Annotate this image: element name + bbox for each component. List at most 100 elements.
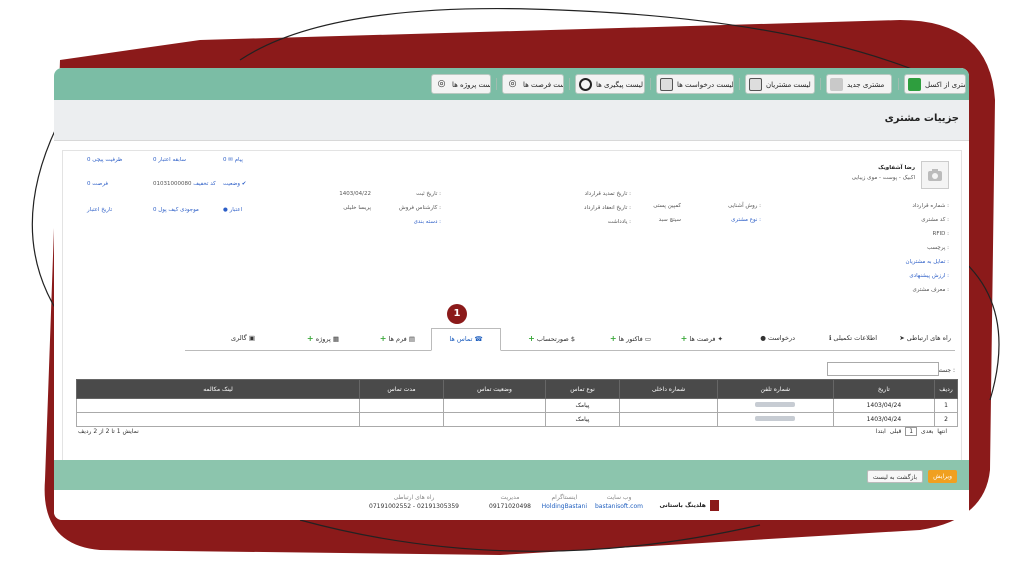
stat-message[interactable]: پیام ✉ 0: [223, 157, 243, 163]
col-row[interactable]: ردیف: [934, 379, 958, 399]
stat-credit-history[interactable]: سابقه اعتبار 0: [153, 157, 186, 163]
add-user-icon: [830, 78, 843, 91]
tab-invoices[interactable]: + فاکتور ها ▭: [610, 328, 651, 349]
table-summary: نمایش 1 تا 2 از 2 ردیف: [78, 428, 139, 435]
stat-credit[interactable]: ● اعتبار: [223, 207, 242, 213]
tab-projects[interactable]: + پروژه ▦: [307, 328, 339, 349]
tab-forms[interactable]: + فرم ها ▤: [380, 328, 415, 349]
search-input[interactable]: [827, 362, 939, 376]
stat-status[interactable]: وضعیت ✔: [223, 181, 246, 187]
action-bar: ویرایش بازگشت به لیست: [54, 460, 969, 490]
add-icon[interactable]: +: [681, 334, 688, 343]
opportunity-list-button[interactable]: ◎لیست فرصت ها: [502, 74, 564, 94]
add-icon[interactable]: +: [380, 334, 387, 343]
pager-first[interactable]: ابتدا: [876, 428, 886, 435]
camera-icon: [928, 169, 942, 181]
col-call-type[interactable]: نوع تماس: [544, 379, 621, 399]
tab-calls[interactable]: تماس ها ☎: [431, 328, 501, 351]
value-customer-type: سیتچ سبد: [658, 217, 681, 223]
tab-extra-info[interactable]: ℹ اطلاعات تکمیلی: [829, 328, 877, 349]
tab-gallery[interactable]: گالری ▣: [231, 328, 255, 349]
tab-contact-ways[interactable]: ➤ راه های ارتباطی: [899, 328, 951, 349]
label-customer-code: کد مشتری :: [921, 217, 949, 223]
table-header-row: لینک مکالمه مدت تماس وضعیت تماس نوع تماس…: [76, 379, 958, 399]
app-window: ثبت مشتری از اکسل مشتری جدید لیست مشتریا…: [54, 68, 969, 520]
col-extension[interactable]: شماره داخلی: [619, 379, 718, 399]
page-title: جزییات مشتری: [884, 113, 959, 124]
project-list-button[interactable]: ◎لیست پروژه ها: [431, 74, 491, 94]
label-rfid: RFID :: [932, 231, 949, 237]
table-row[interactable]: پیامک 1403/04/24 2: [76, 412, 958, 427]
footer-instagram[interactable]: اینستاگرام HoldingBastani: [542, 494, 587, 510]
label-referrer: معرف مشتری :: [912, 287, 949, 293]
stat-wallet[interactable]: موجودی کیف پول 0: [153, 207, 199, 213]
tab-opportunities[interactable]: + فرصت ها ✦: [681, 328, 723, 349]
customer-details-panel: رضا آشفاویک اکبیک - پوست - موی زیبایی شم…: [62, 150, 962, 462]
stat-credit-date[interactable]: تاریخ اعتبار: [87, 207, 112, 213]
pager-next[interactable]: بعدی: [921, 428, 933, 435]
calls-table: لینک مکالمه مدت تماس وضعیت تماس نوع تماس…: [76, 379, 958, 427]
label-tag: پرچسب :: [927, 245, 949, 251]
followup-list-button[interactable]: لیست پیگیری ها: [575, 74, 645, 94]
import-excel-button[interactable]: ثبت مشتری از اکسل: [904, 74, 966, 94]
pager-prev[interactable]: قبلی: [890, 428, 902, 435]
footer: هلدینگ باستانی وب سایت bastanisoft.com ای…: [54, 490, 969, 520]
table-row[interactable]: پیامک 1403/04/24 1: [76, 398, 958, 413]
lightbulb-icon: ◎: [437, 79, 446, 89]
list-icon: [749, 78, 762, 91]
label-acquisition-method: روش آشنایی :: [728, 203, 761, 209]
lightbulb-icon: ◎: [508, 79, 517, 89]
pagination: انتها بعدی 1 قبلی ابتدا: [876, 427, 947, 436]
stat-capacity[interactable]: ظرفیت پیچی 0: [87, 157, 122, 163]
link-value-proposal[interactable]: ارزش پیشنهادی :: [909, 273, 949, 279]
col-phone[interactable]: شماره تلفن: [716, 379, 834, 399]
phone-cell: [716, 412, 834, 427]
label-note: یادداشت :: [607, 219, 631, 225]
pager-current[interactable]: 1: [905, 427, 918, 436]
stat-discount-code[interactable]: کد تخفیف 01031000080: [153, 181, 216, 187]
excel-icon: [908, 78, 921, 91]
clock-icon: [579, 78, 592, 91]
top-toolbar: ثبت مشتری از اکسل مشتری جدید لیست مشتریا…: [54, 68, 969, 100]
brand-logo-icon: [710, 500, 719, 511]
tab-requests[interactable]: ● درخواست: [760, 328, 795, 349]
pager-last[interactable]: انتها: [937, 428, 947, 435]
footer-management: مدیریت 09171020498: [489, 494, 531, 510]
customer-category: اکبیک - پوست - موی زیبایی: [851, 175, 915, 181]
value-sales-expert: پریسا خلیلی: [343, 205, 371, 211]
link-interest[interactable]: تمایل به مشتریان :: [906, 259, 949, 265]
footer-contact: راه های ارتباطی 07191002552 - 02191305359: [369, 494, 459, 510]
label-renewal-date: تاریخ تمدید قرارداد :: [584, 191, 631, 197]
label-contract-number: شماره قرارداد :: [912, 203, 949, 209]
value-acquisition-method: کمپین پستی: [653, 203, 681, 209]
customer-avatar: [921, 161, 949, 189]
detail-tabs: ➤ راه های ارتباطی ℹ اطلاعات تکمیلی ● درخ…: [185, 328, 955, 351]
calculator-icon: [660, 78, 673, 91]
link-customer-type[interactable]: نوع مشتری :: [731, 217, 761, 223]
add-icon[interactable]: +: [307, 334, 314, 343]
request-list-button[interactable]: لیست درخواست ها: [656, 74, 734, 94]
customer-name: رضا آشفاویک: [878, 165, 915, 171]
footer-brand: هلدینگ باستانی: [659, 500, 719, 511]
add-icon[interactable]: +: [528, 334, 535, 343]
phone-cell: [716, 398, 834, 413]
col-link[interactable]: لینک مکالمه: [76, 379, 360, 399]
tab-statements[interactable]: + صورتحساب $: [528, 328, 575, 349]
footer-website[interactable]: وب سایت bastanisoft.com: [595, 494, 643, 510]
label-contract-date: تاریخ انعقاد قرارداد :: [584, 205, 631, 211]
stat-opportunity[interactable]: فرصت 0: [87, 181, 108, 187]
step-badge: 1: [447, 304, 467, 324]
link-category[interactable]: دسته بندی :: [414, 219, 441, 225]
col-date[interactable]: تاریخ: [832, 379, 936, 399]
label-register-date: تاریخ ثبت :: [416, 191, 441, 197]
customer-list-button[interactable]: لیست مشتریان: [745, 74, 815, 94]
col-call-status[interactable]: وضعیت تماس: [443, 379, 546, 399]
new-customer-button[interactable]: مشتری جدید: [826, 74, 892, 94]
value-register-date: 1403/04/22: [339, 191, 371, 197]
edit-button[interactable]: ویرایش: [928, 470, 957, 483]
col-duration[interactable]: مدت تماس: [358, 379, 445, 399]
label-sales-expert: کارشناس فروش :: [399, 205, 441, 211]
back-to-list-button[interactable]: بازگشت به لیست: [866, 470, 923, 483]
page-header: جزییات مشتری: [54, 100, 969, 141]
add-icon[interactable]: +: [610, 334, 617, 343]
